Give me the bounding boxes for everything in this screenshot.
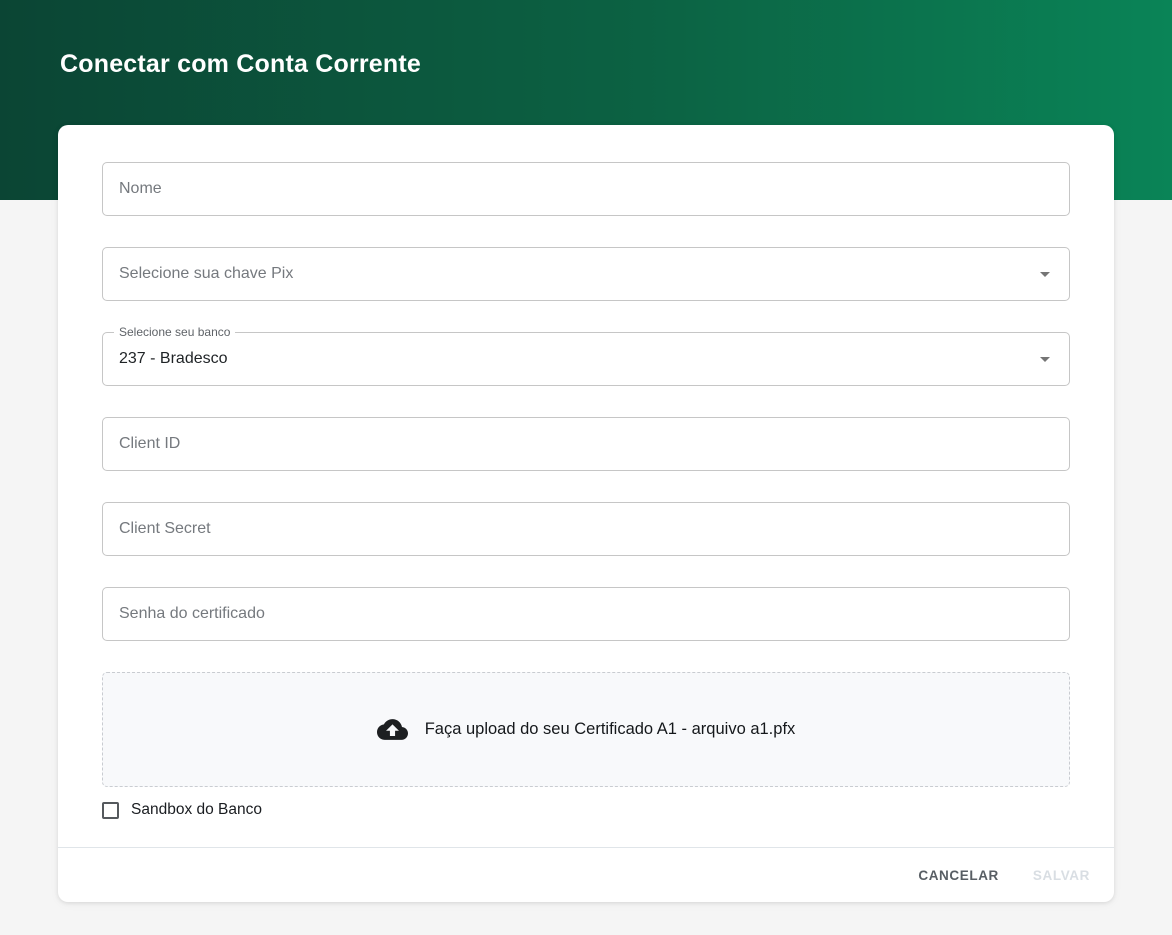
banco-select-value[interactable]: 237 - Bradesco <box>103 350 1069 368</box>
sandbox-checkbox-label[interactable]: Sandbox do Banco <box>131 801 262 819</box>
client-id-field-wrapper <box>102 417 1070 471</box>
upload-label: Faça upload do seu Certificado A1 - arqu… <box>425 720 796 739</box>
certificado-upload-dropzone[interactable]: Faça upload do seu Certificado A1 - arqu… <box>102 672 1070 787</box>
client-id-input[interactable] <box>103 418 1069 470</box>
sandbox-checkbox-row: Sandbox do Banco <box>102 801 1070 847</box>
banco-select-label: Selecione seu banco <box>114 325 235 340</box>
cloud-upload-icon <box>377 714 408 745</box>
sandbox-checkbox[interactable] <box>102 802 119 819</box>
cancel-button[interactable]: CANCELAR <box>916 860 1001 891</box>
client-secret-field-wrapper <box>102 502 1070 556</box>
pix-select[interactable]: Selecione sua chave Pix <box>102 247 1070 301</box>
card-body: Selecione sua chave Pix Selecione seu ba… <box>58 125 1114 847</box>
page-title: Conectar com Conta Corrente <box>60 50 1112 79</box>
chevron-down-icon <box>1033 262 1057 286</box>
senha-certificado-input[interactable] <box>103 588 1069 640</box>
senha-certificado-field-wrapper <box>102 587 1070 641</box>
nome-input[interactable] <box>103 163 1069 215</box>
pix-select-value[interactable]: Selecione sua chave Pix <box>103 265 1069 283</box>
chevron-down-icon <box>1033 347 1057 371</box>
page: Conectar com Conta Corrente Selecione su… <box>0 0 1172 935</box>
banco-select[interactable]: Selecione seu banco 237 - Bradesco <box>102 332 1070 386</box>
nome-field-wrapper <box>102 162 1070 216</box>
card-footer: CANCELAR SALVAR <box>58 847 1114 902</box>
client-secret-input[interactable] <box>103 503 1069 555</box>
connect-account-card: Selecione sua chave Pix Selecione seu ba… <box>58 125 1114 902</box>
save-button[interactable]: SALVAR <box>1031 860 1092 891</box>
